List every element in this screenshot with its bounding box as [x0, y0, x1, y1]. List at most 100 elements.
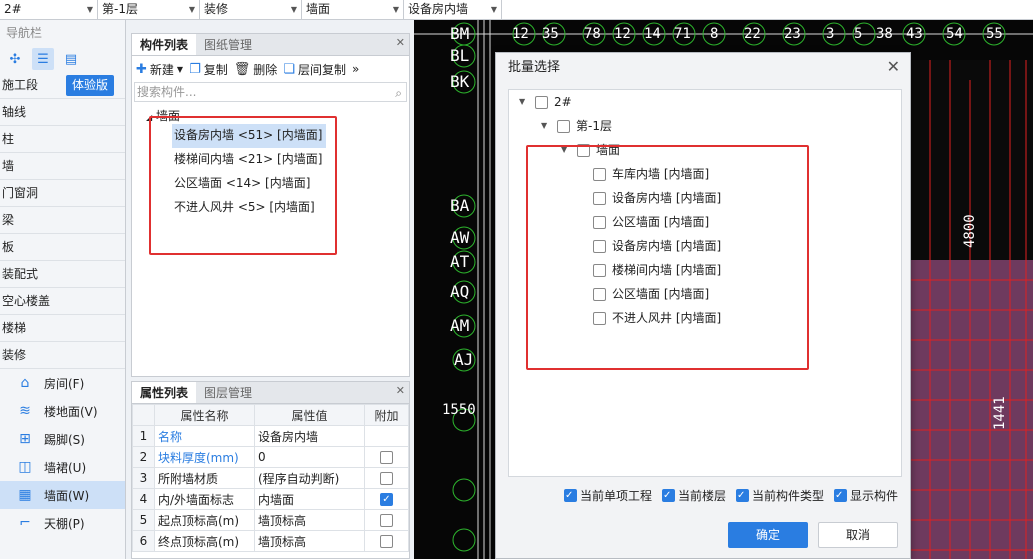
- nav-item[interactable]: 装配式: [0, 261, 125, 288]
- attach-checkbox[interactable]: [380, 535, 393, 548]
- nav-item[interactable]: 轴线: [0, 99, 125, 126]
- component-select[interactable]: 设备房内墙 ▼: [404, 0, 502, 19]
- axis-label: 12: [614, 26, 631, 42]
- table-row[interactable]: 2 块料厚度(mm) 0: [132, 446, 409, 468]
- more-button[interactable]: »: [352, 62, 359, 76]
- list-view-icon[interactable]: ☰: [32, 48, 54, 70]
- floor-select[interactable]: 第-1层 ▼: [98, 0, 200, 19]
- floor-copy-button[interactable]: ❏ 层间复制: [283, 61, 346, 78]
- collapse-icon[interactable]: ▼: [519, 92, 529, 112]
- sub-item-room[interactable]: ⌂ 房间(F): [0, 369, 125, 397]
- attach-checkbox[interactable]: [380, 514, 393, 527]
- nav-item[interactable]: 楼梯: [0, 315, 125, 342]
- axis-label: AT: [450, 252, 470, 271]
- table-row[interactable]: 6 终点顶标高(m) 墙顶标高: [132, 530, 409, 552]
- tree-node-floor[interactable]: ▼ 第-1层: [541, 116, 612, 136]
- node-checkbox[interactable]: [535, 95, 548, 109]
- red-highlight-box: [149, 116, 337, 255]
- nav-item-decoration[interactable]: 装修: [0, 342, 125, 369]
- axis-label: 38: [876, 26, 893, 42]
- copy-icon: ❐: [189, 61, 201, 77]
- tab-layer-management[interactable]: 图层管理: [196, 382, 260, 403]
- cancel-button[interactable]: 取消: [818, 522, 898, 548]
- axis-label: AW: [450, 228, 470, 247]
- dimension-label: 1550: [442, 402, 476, 418]
- new-button[interactable]: ✚ 新建 ▼: [136, 61, 183, 78]
- chevron-down-icon: ▼: [188, 5, 195, 14]
- axis-label: 5: [854, 26, 863, 42]
- tree-node-building[interactable]: ▼ 2#: [519, 92, 572, 112]
- table-row[interactable]: 3 所附墙材质 (程序自动判断): [132, 467, 409, 489]
- axis-label: AJ: [454, 350, 474, 369]
- option-current-type[interactable]: ✓ 当前构件类型: [735, 487, 824, 504]
- attach-checkbox[interactable]: [380, 451, 393, 464]
- attach-checkbox-checked[interactable]: ✓: [380, 493, 393, 506]
- axis-label: BK: [450, 72, 470, 91]
- option-checkbox-checked[interactable]: ✓: [833, 489, 847, 502]
- node-checkbox[interactable]: [557, 119, 570, 133]
- component-search-input[interactable]: 搜索构件... ⌕: [134, 82, 407, 102]
- attach-checkbox[interactable]: [380, 472, 393, 485]
- property-table: 属性名称 属性值 附加 1 名称 设备房内墙 2 块料厚度(mm) 0 3 所附…: [132, 404, 409, 552]
- axis-label: AQ: [450, 282, 470, 301]
- trial-badge[interactable]: 体验版: [66, 75, 115, 96]
- nav-item[interactable]: 门窗洞: [0, 180, 125, 207]
- tab-property-list[interactable]: 属性列表: [132, 382, 197, 403]
- nav-item-construction[interactable]: 施工段 体验版: [0, 72, 125, 99]
- tab-drawing-management[interactable]: 图纸管理: [196, 34, 260, 55]
- nav-item[interactable]: 柱: [0, 126, 125, 153]
- axis-label: 14: [644, 26, 661, 42]
- sub-item-wall-surface[interactable]: ▦ 墙面(W): [0, 481, 125, 509]
- sub-item-dado[interactable]: ◫ 墙裙(U): [0, 453, 125, 481]
- axis-label: 22: [744, 26, 761, 42]
- option-current-floor[interactable]: ✓ 当前楼层: [661, 487, 726, 504]
- collapse-icon[interactable]: ▼: [541, 116, 551, 136]
- expand-icon[interactable]: ✣: [4, 48, 26, 70]
- tab-component-list[interactable]: 构件列表: [132, 34, 197, 55]
- axis-label: 71: [674, 26, 691, 42]
- nav-item[interactable]: 板: [0, 234, 125, 261]
- close-icon[interactable]: ✕: [396, 384, 405, 397]
- component-tabs: 构件列表 图纸管理: [132, 34, 409, 56]
- trash-icon: 🗑: [233, 61, 251, 77]
- sub-item-ceiling[interactable]: ⌐ 天棚(P): [0, 509, 125, 537]
- delete-button[interactable]: 🗑 删除: [234, 61, 278, 78]
- axis-label: BM: [450, 24, 470, 43]
- option-checkbox-checked[interactable]: ✓: [661, 489, 675, 502]
- dialog-title: 批量选择: [508, 60, 561, 75]
- table-row[interactable]: 4 内/外墙面标志 内墙面 ✓: [132, 488, 409, 510]
- axis-label: 3: [826, 26, 835, 42]
- nav-item[interactable]: 空心楼盖: [0, 288, 125, 315]
- ok-button[interactable]: 确定: [728, 522, 808, 548]
- nav-item[interactable]: 梁: [0, 207, 125, 234]
- axis-label: 43: [906, 26, 923, 42]
- search-icon: ⌕: [395, 86, 402, 100]
- close-icon[interactable]: ✕: [396, 36, 405, 49]
- close-icon[interactable]: ✕: [887, 57, 900, 76]
- axis-label: BL: [450, 46, 470, 65]
- chevron-down-icon: ▼: [86, 5, 93, 14]
- detail-view-icon[interactable]: ▤: [60, 48, 82, 70]
- option-checkbox-checked[interactable]: ✓: [563, 489, 577, 502]
- category-select[interactable]: 装修 ▼: [200, 0, 302, 19]
- axis-label: 35: [542, 26, 559, 42]
- dado-icon: ◫: [18, 459, 32, 475]
- sub-item-floor[interactable]: ≋ 楼地面(V): [0, 397, 125, 425]
- property-list-panel: ✕ 属性列表 图层管理 属性名称 属性值 附加 1 名称 设备房内墙 2 块料厚…: [131, 381, 410, 559]
- nav-item[interactable]: 墙: [0, 153, 125, 180]
- option-current-project[interactable]: ✓ 当前单项工程: [563, 487, 652, 504]
- new-icon: ✚: [136, 61, 147, 77]
- building-select[interactable]: 2# ▼: [0, 0, 98, 19]
- sub-item-skirting[interactable]: ⊞ 踢脚(S): [0, 425, 125, 453]
- type-select[interactable]: 墙面 ▼: [302, 0, 404, 19]
- component-toolbar: ✚ 新建 ▼ ❐ 复制 🗑 删除 ❏ 层间复制 »: [132, 56, 409, 82]
- option-checkbox-checked[interactable]: ✓: [735, 489, 749, 502]
- table-row[interactable]: 5 起点顶标高(m) 墙顶标高: [132, 509, 409, 531]
- chevron-down-icon: ▼: [490, 5, 497, 14]
- red-highlight-box: [526, 145, 809, 370]
- ceiling-icon: ⌐: [19, 515, 31, 531]
- copy-button[interactable]: ❐ 复制: [189, 61, 228, 78]
- option-show-components[interactable]: ✓ 显示构件: [833, 487, 898, 504]
- table-row[interactable]: 1 名称 设备房内墙: [132, 425, 409, 447]
- chevron-down-icon: ▼: [176, 64, 184, 74]
